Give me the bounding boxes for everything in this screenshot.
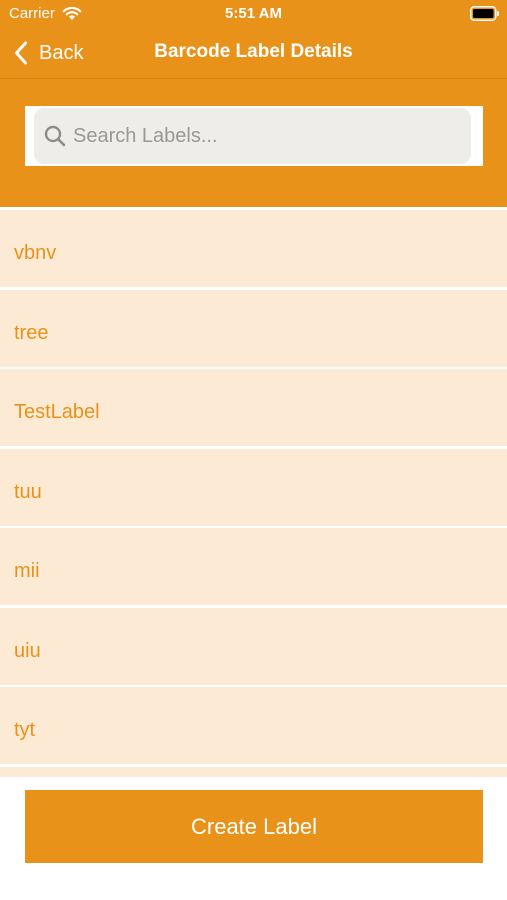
battery-icon	[470, 6, 499, 21]
page-title: Barcode Label Details	[154, 41, 353, 62]
list-item[interactable]: TestLabel	[0, 369, 507, 446]
list-item[interactable]	[0, 767, 507, 777]
list-item-label: uiu	[14, 640, 41, 662]
list-item[interactable]: vbnv	[0, 210, 507, 287]
list-item[interactable]: uiu	[0, 608, 507, 685]
search-input[interactable]	[73, 124, 453, 148]
search-icon	[44, 125, 66, 147]
list-item[interactable]: tree	[0, 290, 507, 367]
search-container	[25, 106, 483, 166]
label-list: vbnv tree TestLabel tuu mii uiu tyt	[0, 207, 507, 777]
list-item-label: tyt	[14, 719, 36, 741]
clock: 5:51 AM	[225, 5, 282, 22]
list-item[interactable]: tyt	[0, 687, 507, 764]
header-bar: Carrier 5:51 AM Back Barcode Label Detai…	[0, 0, 507, 207]
navigation-bar: Back Barcode Label Details	[0, 28, 507, 78]
list-item-label: vbnv	[14, 242, 57, 264]
list-item[interactable]: tuu	[0, 449, 507, 526]
list-item-label: TestLabel	[14, 401, 100, 423]
list-item-label: mii	[14, 560, 40, 582]
search-field[interactable]	[34, 108, 471, 164]
status-bar: Carrier 5:51 AM	[0, 0, 507, 28]
list-item-label: tree	[14, 322, 49, 344]
list-item-label: tuu	[14, 481, 42, 503]
nav-divider	[0, 78, 507, 79]
create-label-button[interactable]: Create Label	[25, 790, 483, 863]
list-item[interactable]: mii	[0, 528, 507, 605]
